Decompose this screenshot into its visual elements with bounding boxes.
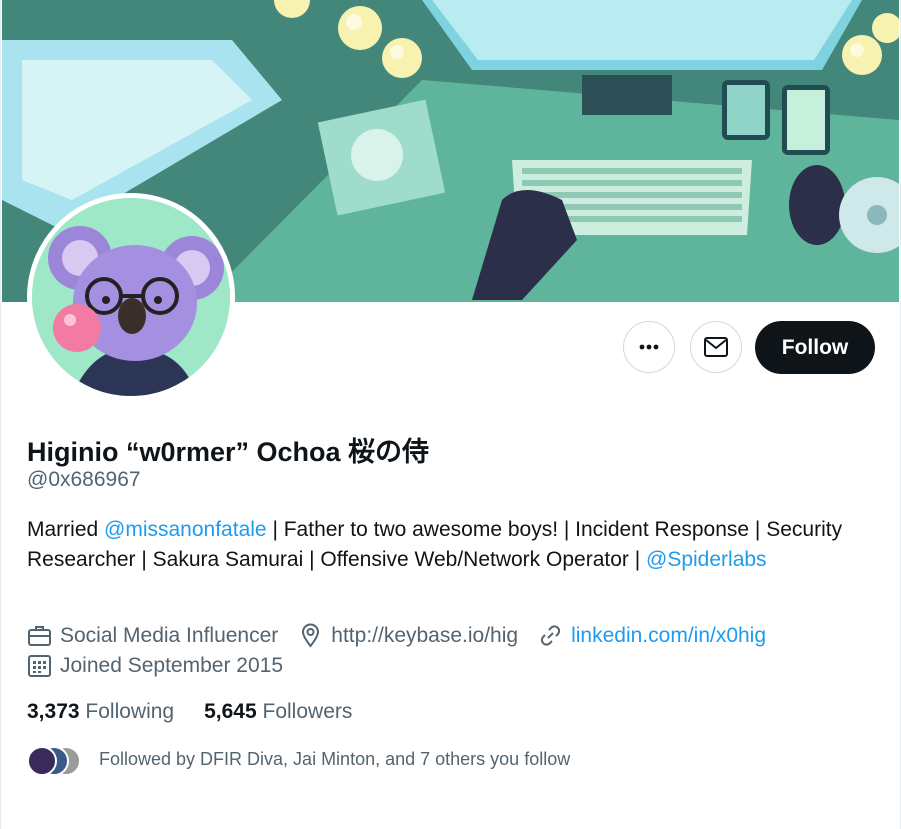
following-label: Following bbox=[79, 700, 175, 723]
calendar-icon bbox=[28, 655, 51, 677]
website-link[interactable]: linkedin.com/in/x0hig bbox=[571, 624, 766, 648]
more-button[interactable] bbox=[623, 321, 675, 373]
joined-text: Joined September 2015 bbox=[60, 653, 283, 677]
following-link[interactable]: 3,373 Following bbox=[27, 700, 174, 724]
message-button[interactable] bbox=[690, 321, 742, 373]
profile-bio: Married @missanonfatale | Father to two … bbox=[27, 515, 857, 575]
location-text: http://keybase.io/hig bbox=[331, 623, 519, 647]
following-count: 3,373 bbox=[27, 700, 80, 723]
profile-joined: Joined September 2015 bbox=[27, 653, 303, 678]
profile-category: Social Media Influencer bbox=[27, 623, 278, 648]
follower-avatars bbox=[27, 744, 83, 776]
bio-text: Married bbox=[27, 518, 105, 541]
mention-link[interactable]: @Spiderlabs bbox=[646, 548, 767, 571]
followed-by[interactable]: Followed by DFIR Diva, Jai Minton, and 7… bbox=[27, 744, 571, 776]
briefcase-icon bbox=[28, 626, 51, 646]
profile-meta: Social Media Influencer http://keybase.i… bbox=[27, 623, 786, 648]
mention-link[interactable]: @missanonfatale bbox=[104, 518, 267, 541]
followers-count: 5,645 bbox=[204, 700, 257, 723]
category-text: Social Media Influencer bbox=[60, 623, 279, 647]
avatar bbox=[27, 746, 57, 776]
profile-handle: @0x686967 bbox=[27, 468, 141, 491]
link-icon bbox=[540, 625, 561, 646]
followers-link[interactable]: 5,645 Followers bbox=[204, 700, 352, 724]
followed-by-text: Followed by DFIR Diva, Jai Minton, and 7… bbox=[99, 748, 571, 769]
followers-label: Followers bbox=[256, 700, 353, 723]
avatar-image bbox=[32, 198, 230, 396]
profile-name: Higinio “w0rmer” Ochoa 桜の侍 bbox=[27, 437, 430, 467]
joined-item: Joined September 2015 bbox=[27, 653, 283, 678]
profile-location: http://keybase.io/hig bbox=[298, 623, 518, 648]
more-icon bbox=[639, 344, 659, 350]
profile-website[interactable]: linkedin.com/in/x0hig bbox=[538, 623, 766, 648]
profile-stats: 3,373 Following 5,645 Followers bbox=[27, 700, 382, 724]
envelope-icon bbox=[704, 337, 728, 357]
location-pin-icon bbox=[302, 623, 320, 648]
profile-avatar[interactable] bbox=[27, 193, 235, 401]
follow-button[interactable]: Follow bbox=[755, 321, 875, 374]
